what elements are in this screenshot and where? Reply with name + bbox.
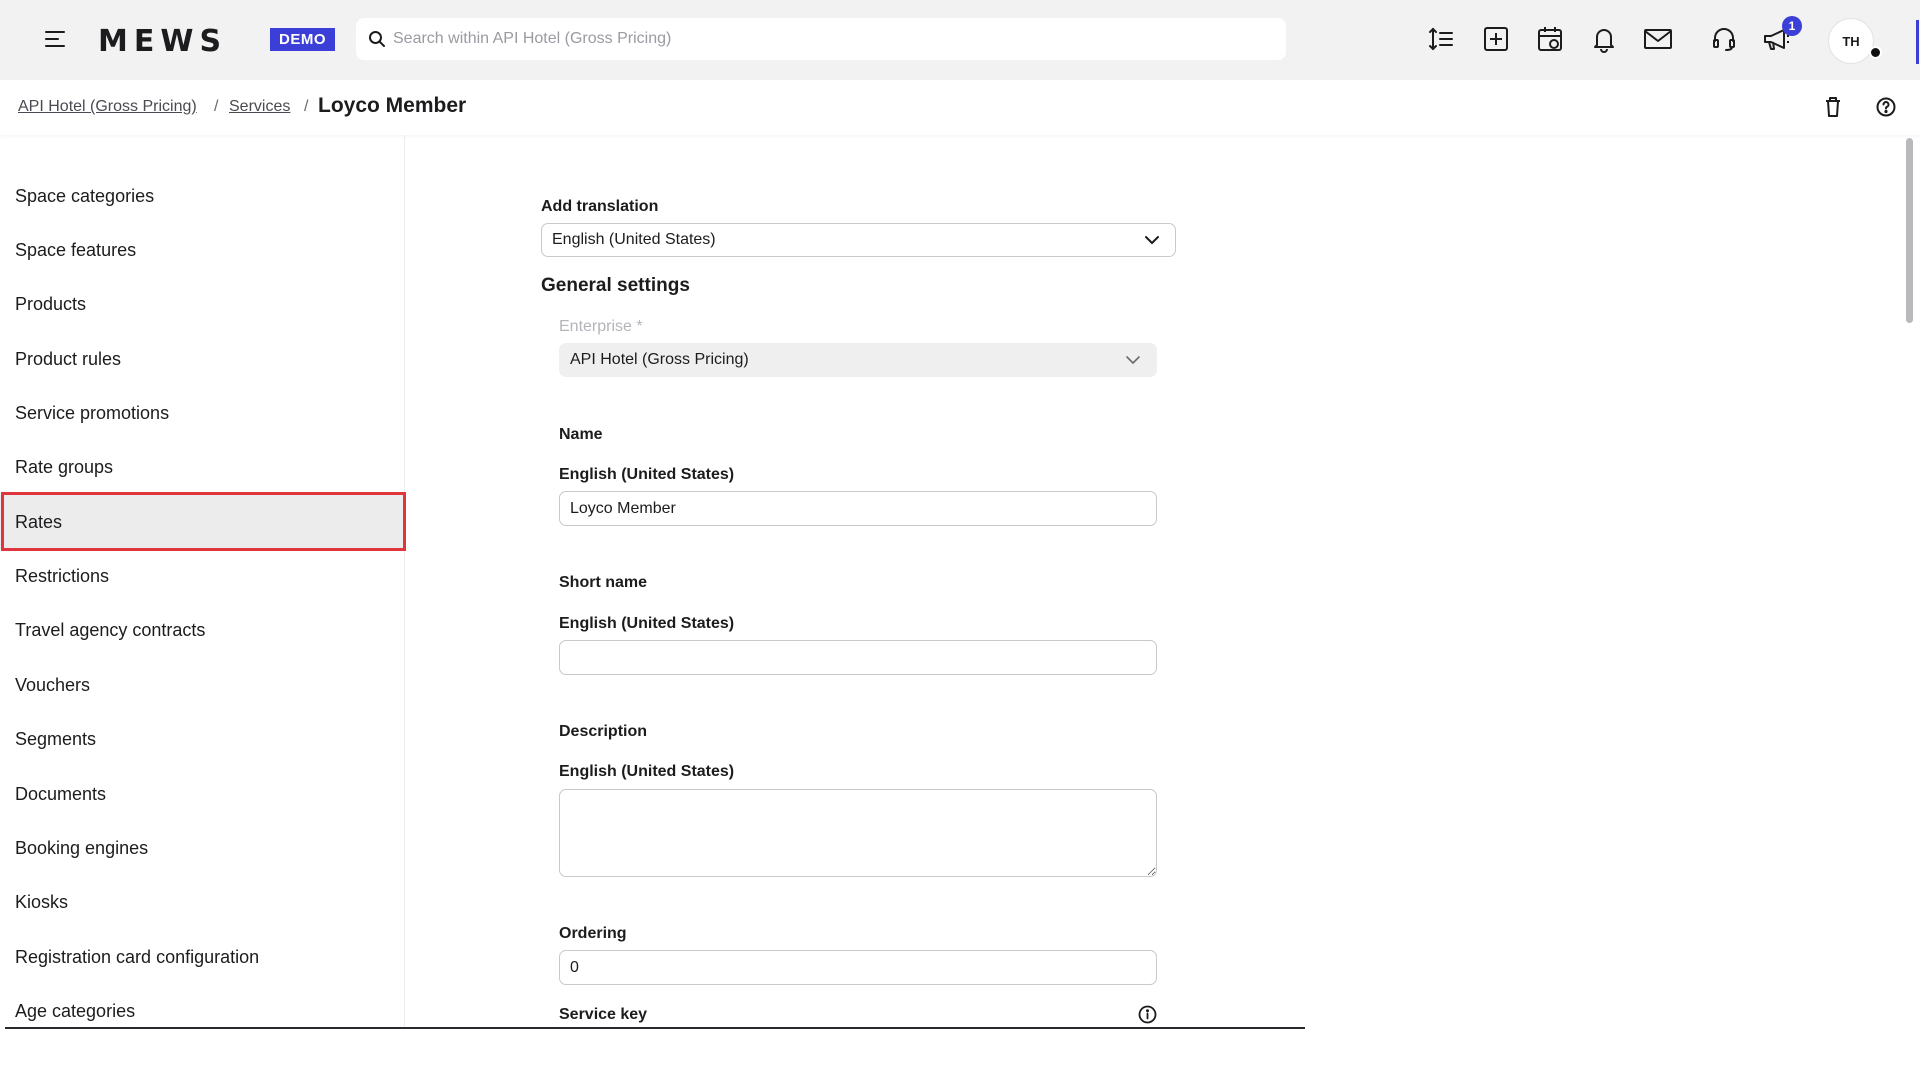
short-name-input[interactable] <box>559 640 1157 675</box>
ordering-input[interactable] <box>559 950 1157 985</box>
sort-icon[interactable] <box>1426 24 1456 54</box>
sidebar-item-space-features[interactable]: Space features <box>0 223 405 277</box>
short-name-label: Short name <box>559 574 648 591</box>
sidebar-item-documents[interactable]: Documents <box>0 767 405 821</box>
name-label: Name <box>559 426 603 443</box>
enterprise-label: Enterprise * <box>559 318 643 335</box>
breadcrumb-link-enterprise[interactable]: API Hotel (Gross Pricing) <box>18 98 197 116</box>
mews-logo[interactable]: MEWS <box>98 24 227 59</box>
chevron-down-icon <box>1126 356 1140 364</box>
menu-icon[interactable] <box>45 26 71 52</box>
sidebar-nav: Space categories Space features Products… <box>0 135 405 1028</box>
top-bar: MEWS DEMO Search within API Hotel (Gross… <box>0 0 1920 80</box>
translation-select-value: English (United States) <box>552 231 716 248</box>
sidebar-item-product-rules[interactable]: Product rules <box>0 332 405 386</box>
search-bar[interactable] <box>356 18 1286 60</box>
name-language-label: English (United States) <box>559 466 735 483</box>
sidebar-item-segments[interactable]: Segments <box>0 712 405 766</box>
sidebar-item-rate-groups[interactable]: Rate groups <box>0 440 405 494</box>
description-language-label: English (United States) <box>559 763 735 780</box>
trash-icon[interactable] <box>1823 96 1843 123</box>
calendar-icon[interactable] <box>1535 24 1565 54</box>
short-name-language-label: English (United States) <box>559 615 735 632</box>
page-title: Loyco Member <box>318 94 467 117</box>
sidebar-item-space-categories[interactable]: Space categories <box>0 169 405 223</box>
notification-count-badge: 1 <box>1782 16 1802 36</box>
breadcrumb: API Hotel (Gross Pricing) / Services / L… <box>0 80 1920 135</box>
support-icon[interactable] <box>1709 24 1739 54</box>
sidebar-item-vouchers[interactable]: Vouchers <box>0 658 405 712</box>
status-dot <box>1869 46 1882 59</box>
service-key-label: Service key <box>559 1006 648 1023</box>
demo-badge: DEMO <box>270 28 335 51</box>
ordering-label: Ordering <box>559 925 627 942</box>
add-icon[interactable] <box>1481 24 1511 54</box>
info-icon[interactable] <box>1138 1005 1157 1029</box>
enterprise-select-value: API Hotel (Gross Pricing) <box>570 351 749 368</box>
add-translation-label: Add translation <box>541 198 659 215</box>
mail-icon[interactable] <box>1643 24 1673 54</box>
translation-select[interactable]: English (United States) <box>541 223 1176 257</box>
description-textarea[interactable] <box>559 789 1157 877</box>
sidebar-item-booking-engines[interactable]: Booking engines <box>0 821 405 875</box>
enterprise-select[interactable]: API Hotel (Gross Pricing) <box>559 343 1157 377</box>
content-bottom-border <box>5 1027 1305 1029</box>
chevron-down-icon <box>1145 236 1159 244</box>
breadcrumb-separator: / <box>214 98 219 115</box>
sidebar-item-kiosks[interactable]: Kiosks <box>0 875 405 929</box>
user-avatar[interactable]: TH <box>1828 18 1874 64</box>
bell-icon[interactable] <box>1589 24 1619 54</box>
sidebar-item-age-categories[interactable]: Age categories <box>0 984 405 1038</box>
name-input[interactable] <box>559 491 1157 526</box>
help-icon[interactable] <box>1875 96 1897 123</box>
sidebar-item-registration-card-configuration[interactable]: Registration card configuration <box>0 930 405 984</box>
breadcrumb-separator: / <box>304 98 309 115</box>
breadcrumb-link-services[interactable]: Services <box>229 98 290 116</box>
sidebar-item-rates[interactable]: Rates <box>0 495 405 549</box>
description-label: Description <box>559 723 648 740</box>
vertical-scrollbar[interactable] <box>1906 138 1913 323</box>
general-settings-heading: General settings <box>541 275 690 296</box>
search-icon <box>369 31 385 47</box>
sidebar-item-restrictions[interactable]: Restrictions <box>0 549 405 603</box>
search-input[interactable] <box>393 26 1263 52</box>
edge-accent <box>1916 20 1919 64</box>
sidebar-item-travel-agency-contracts[interactable]: Travel agency contracts <box>0 603 405 657</box>
sidebar-item-service-promotions[interactable]: Service promotions <box>0 386 405 440</box>
sidebar-item-products[interactable]: Products <box>0 277 405 331</box>
